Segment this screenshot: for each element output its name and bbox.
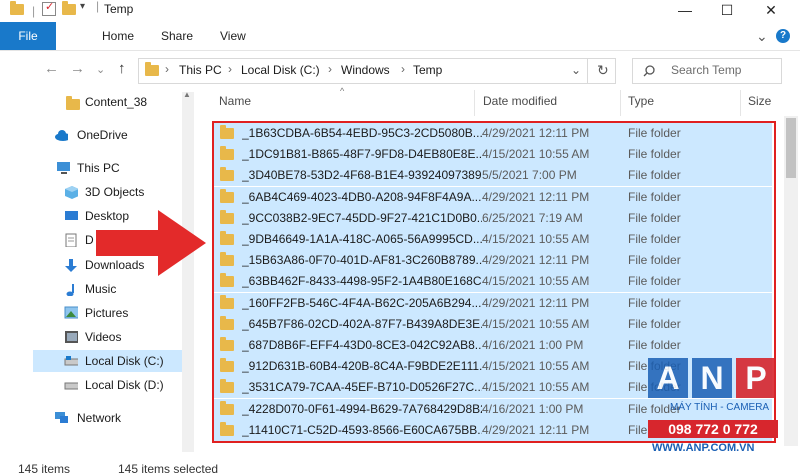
nav-item-local-disk-c[interactable]: Local Disk (C:) bbox=[33, 350, 193, 372]
drive-icon bbox=[64, 356, 78, 366]
column-header-size[interactable]: Size bbox=[748, 94, 771, 108]
nav-label: Local Disk (D:) bbox=[85, 378, 164, 392]
nav-item-local-disk-d[interactable]: Local Disk (D:) bbox=[0, 374, 180, 396]
nav-label: Videos bbox=[85, 330, 122, 344]
column-divider bbox=[474, 90, 475, 116]
recent-locations-icon[interactable]: ⌄ bbox=[96, 63, 105, 76]
column-header-name[interactable]: Name bbox=[219, 94, 251, 108]
expand-ribbon-icon[interactable]: ⌄ bbox=[756, 22, 768, 50]
breadcrumb-local-disk[interactable]: Local Disk (C:) bbox=[241, 63, 320, 77]
nav-item-videos[interactable]: Videos bbox=[0, 326, 180, 348]
tab-file[interactable]: File bbox=[0, 22, 56, 50]
folder-icon bbox=[145, 62, 159, 79]
close-button[interactable]: ✕ bbox=[748, 0, 794, 22]
item-count: 145 items bbox=[18, 462, 71, 476]
chevron-right-icon: › bbox=[401, 62, 405, 76]
breadcrumb-this-pc[interactable]: This PC bbox=[179, 63, 222, 77]
folder-icon bbox=[66, 95, 80, 110]
separator-icon: | bbox=[32, 4, 36, 18]
video-icon bbox=[65, 331, 78, 343]
nav-item-this-pc[interactable]: This PC bbox=[0, 157, 180, 179]
pictures-icon bbox=[64, 306, 78, 319]
maximize-button[interactable]: ☐ bbox=[704, 0, 750, 22]
nav-item-pictures[interactable]: Pictures bbox=[0, 302, 180, 324]
watermark-tagline: MÁY TÍNH - CAMERA bbox=[670, 402, 770, 413]
music-icon bbox=[66, 284, 74, 296]
nav-label: Music bbox=[85, 282, 117, 296]
nav-item-music[interactable]: Music bbox=[0, 278, 180, 300]
ribbon-tabs: File Home Share View ⌄ ? bbox=[0, 22, 800, 51]
watermark-site: WWW.ANP.COM.VN bbox=[652, 442, 755, 454]
nav-label: Local Disk (C:) bbox=[85, 354, 164, 368]
address-row: ← → ⌄ ↑ › This PC › Local Disk (C:) › Wi… bbox=[0, 51, 800, 87]
search-placeholder: Search Temp bbox=[671, 63, 742, 77]
status-bar: 145 items 145 items selected bbox=[0, 460, 800, 476]
column-header-type[interactable]: Type bbox=[628, 94, 654, 108]
forward-button[interactable]: → bbox=[70, 60, 85, 77]
chevron-right-icon: › bbox=[328, 62, 332, 76]
scroll-up-icon[interactable]: ▲ bbox=[183, 90, 191, 99]
title-bar: | ✓ ▾ | Temp — ☐ ✕ bbox=[0, 0, 800, 22]
document-icon bbox=[65, 233, 77, 247]
minimize-button[interactable]: — bbox=[662, 0, 708, 22]
search-icon bbox=[643, 65, 655, 77]
chevron-right-icon: › bbox=[165, 62, 169, 76]
download-icon bbox=[65, 259, 77, 272]
address-bar[interactable]: › This PC › Local Disk (C:) › Windows › … bbox=[138, 58, 616, 84]
window-title: Temp bbox=[104, 2, 134, 16]
sort-indicator-icon: ^ bbox=[340, 86, 345, 96]
nav-item-onedrive[interactable]: OneDrive bbox=[0, 124, 180, 146]
search-input[interactable]: Search Temp bbox=[632, 58, 782, 84]
nav-label: Network bbox=[77, 411, 122, 425]
list-scroll-thumb[interactable] bbox=[786, 118, 796, 178]
red-arrow-icon bbox=[96, 210, 206, 276]
tab-share[interactable]: Share bbox=[161, 22, 193, 50]
chevron-right-icon: › bbox=[228, 62, 232, 76]
nav-item-network[interactable]: Network bbox=[0, 407, 180, 429]
column-divider bbox=[740, 90, 741, 116]
separator-icon: | bbox=[96, 0, 100, 13]
anp-watermark: A N P MÁY TÍNH - CAMERA 098 772 0 772 WW… bbox=[648, 358, 782, 458]
nav-label: 3D Objects bbox=[85, 185, 145, 199]
tab-home[interactable]: Home bbox=[102, 22, 134, 50]
back-button[interactable]: ← bbox=[44, 60, 59, 77]
help-icon[interactable]: ? bbox=[776, 29, 790, 43]
tab-view[interactable]: View bbox=[220, 22, 246, 50]
new-folder-icon[interactable] bbox=[62, 1, 76, 20]
up-button[interactable]: ↑ bbox=[118, 60, 126, 77]
column-divider bbox=[620, 90, 621, 116]
address-dropdown-icon[interactable]: ⌄ bbox=[571, 63, 581, 77]
nav-label: Content_38 bbox=[85, 95, 148, 109]
selected-count: 145 items selected bbox=[118, 462, 219, 476]
refresh-button[interactable]: ↻ bbox=[597, 62, 609, 79]
drive-icon bbox=[64, 382, 78, 390]
computer-icon bbox=[57, 162, 70, 174]
nav-label: This PC bbox=[77, 161, 120, 175]
watermark-phone: 098 772 0 772 bbox=[648, 420, 778, 438]
breadcrumb-windows[interactable]: Windows bbox=[341, 63, 390, 77]
watermark-letter: A bbox=[648, 358, 688, 398]
breadcrumb-temp[interactable]: Temp bbox=[413, 63, 442, 77]
nav-label: OneDrive bbox=[77, 128, 128, 142]
nav-label: D bbox=[85, 233, 94, 247]
divider bbox=[587, 59, 588, 83]
cube-icon bbox=[65, 186, 78, 199]
column-header-date[interactable]: Date modified bbox=[483, 94, 557, 108]
nav-label: Pictures bbox=[85, 306, 129, 320]
desktop-icon bbox=[65, 211, 78, 220]
nav-item-3d-objects[interactable]: 3D Objects bbox=[0, 181, 180, 203]
nav-item-content-38[interactable]: Content_38 bbox=[0, 91, 180, 113]
network-icon bbox=[55, 412, 68, 423]
watermark-letter: P bbox=[736, 358, 776, 398]
cloud-icon bbox=[55, 130, 68, 141]
quick-access-dropdown-icon[interactable]: ▾ bbox=[80, 1, 85, 17]
folder-icon bbox=[10, 1, 24, 20]
watermark-letter: N bbox=[692, 358, 732, 398]
properties-icon[interactable]: ✓ bbox=[42, 1, 56, 16]
